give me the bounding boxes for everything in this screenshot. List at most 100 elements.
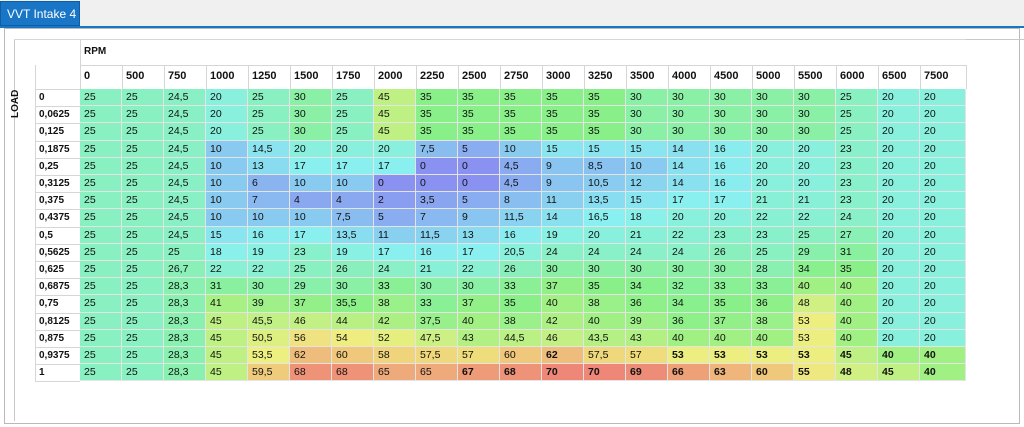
table-cell[interactable]: 24,5 xyxy=(164,123,206,141)
table-cell[interactable]: 15 xyxy=(584,140,626,158)
table-cell[interactable]: 9 xyxy=(542,175,584,193)
table-cell[interactable]: 17 xyxy=(290,157,332,175)
table-cell[interactable]: 30 xyxy=(668,89,710,107)
table-cell[interactable]: 30 xyxy=(752,123,794,141)
table-cell[interactable]: 19 xyxy=(542,226,584,244)
table-cell[interactable]: 12 xyxy=(626,175,668,193)
table-cell[interactable]: 28,3 xyxy=(164,295,206,313)
table-cell[interactable]: 47,5 xyxy=(416,329,458,347)
table-cell[interactable]: 18 xyxy=(206,243,248,261)
table-cell[interactable]: 0 xyxy=(458,157,500,175)
table-cell[interactable]: 25 xyxy=(122,312,164,330)
table-cell[interactable]: 70 xyxy=(584,364,626,382)
table-cell[interactable]: 0 xyxy=(458,175,500,193)
table-cell[interactable]: 20 xyxy=(920,175,966,193)
table-cell[interactable]: 25 xyxy=(80,175,122,193)
table-cell[interactable]: 14 xyxy=(668,140,710,158)
table-cell[interactable]: 20 xyxy=(374,140,416,158)
table-cell[interactable]: 23 xyxy=(752,226,794,244)
table-cell[interactable]: 22 xyxy=(206,261,248,279)
table-cell[interactable]: 15 xyxy=(626,192,668,210)
table-cell[interactable]: 26 xyxy=(500,261,542,279)
table-cell[interactable]: 25 xyxy=(80,123,122,141)
table-cell[interactable]: 25 xyxy=(332,89,374,107)
table-cell[interactable]: 57,5 xyxy=(416,347,458,365)
rpm-column-header[interactable]: 4500 xyxy=(714,70,738,82)
table-cell[interactable]: 20 xyxy=(290,140,332,158)
table-cell[interactable]: 35 xyxy=(500,106,542,124)
table-cell[interactable]: 35 xyxy=(542,89,584,107)
table-cell[interactable]: 20 xyxy=(878,209,920,227)
table-cell[interactable]: 26 xyxy=(710,243,752,261)
table-cell[interactable]: 25 xyxy=(122,175,164,193)
rpm-column-header[interactable]: 1500 xyxy=(294,70,318,82)
rpm-column-header[interactable]: 6500 xyxy=(882,70,906,82)
table-cell[interactable]: 35 xyxy=(500,123,542,141)
table-cell[interactable]: 20 xyxy=(878,329,920,347)
rpm-column-header[interactable]: 5000 xyxy=(756,70,780,82)
table-cell[interactable]: 44 xyxy=(332,312,374,330)
table-cell[interactable]: 30 xyxy=(248,278,290,296)
table-cell[interactable]: 25 xyxy=(122,123,164,141)
table-cell[interactable]: 38 xyxy=(500,312,542,330)
table-cell[interactable]: 35 xyxy=(836,261,878,279)
table-cell[interactable]: 20 xyxy=(920,243,966,261)
table-cell[interactable]: 36 xyxy=(668,312,710,330)
table-cell[interactable]: 25 xyxy=(248,106,290,124)
table-cell[interactable]: 35 xyxy=(584,106,626,124)
rpm-column-header[interactable]: 2000 xyxy=(378,70,402,82)
table-cell[interactable]: 30 xyxy=(752,89,794,107)
table-cell[interactable]: 2 xyxy=(374,192,416,210)
table-cell[interactable]: 25 xyxy=(80,140,122,158)
table-cell[interactable]: 20 xyxy=(332,140,374,158)
table-cell[interactable]: 22 xyxy=(458,261,500,279)
table-cell[interactable]: 45 xyxy=(374,106,416,124)
table-cell[interactable]: 36 xyxy=(752,295,794,313)
table-cell[interactable]: 68 xyxy=(332,364,374,382)
table-cell[interactable]: 3,5 xyxy=(416,192,458,210)
table-cell[interactable]: 11 xyxy=(374,226,416,244)
table-cell[interactable]: 17 xyxy=(374,157,416,175)
table-cell[interactable]: 35 xyxy=(416,89,458,107)
table-cell[interactable]: 28,3 xyxy=(164,347,206,365)
table-cell[interactable]: 30 xyxy=(542,261,584,279)
table-cell[interactable]: 20 xyxy=(920,295,966,313)
table-cell[interactable]: 10 xyxy=(332,175,374,193)
load-row-header[interactable]: 1 xyxy=(39,367,45,378)
table-cell[interactable]: 42 xyxy=(374,312,416,330)
table-cell[interactable]: 25 xyxy=(80,209,122,227)
table-cell[interactable]: 62 xyxy=(290,347,332,365)
table-cell[interactable]: 0 xyxy=(416,175,458,193)
table-cell[interactable]: 25 xyxy=(80,243,122,261)
table-cell[interactable]: 25 xyxy=(122,329,164,347)
table-cell[interactable]: 20 xyxy=(920,329,966,347)
table-cell[interactable]: 45 xyxy=(206,329,248,347)
table-cell[interactable]: 30 xyxy=(794,123,836,141)
table-cell[interactable]: 25 xyxy=(80,364,122,382)
table-cell[interactable]: 11,5 xyxy=(416,226,458,244)
table-cell[interactable]: 16 xyxy=(248,226,290,244)
table-cell[interactable]: 20 xyxy=(920,226,966,244)
table-cell[interactable]: 7 xyxy=(416,209,458,227)
table-cell[interactable]: 10 xyxy=(290,175,332,193)
table-cell[interactable]: 57 xyxy=(458,347,500,365)
table-cell[interactable]: 42 xyxy=(542,312,584,330)
table-cell[interactable]: 30 xyxy=(794,106,836,124)
rpm-column-header[interactable]: 7500 xyxy=(924,70,948,82)
table-cell[interactable]: 59,5 xyxy=(248,364,290,382)
table-cell[interactable]: 20 xyxy=(206,106,248,124)
table-cell[interactable]: 23 xyxy=(836,175,878,193)
table-cell[interactable]: 25 xyxy=(80,312,122,330)
table-cell[interactable]: 24,5 xyxy=(164,157,206,175)
table-cell[interactable]: 45 xyxy=(206,347,248,365)
rpm-column-header[interactable]: 0 xyxy=(84,70,90,82)
table-cell[interactable]: 20 xyxy=(794,140,836,158)
table-cell[interactable]: 25 xyxy=(122,140,164,158)
table-cell[interactable]: 30 xyxy=(290,123,332,141)
table-cell[interactable]: 17 xyxy=(458,243,500,261)
table-cell[interactable]: 16 xyxy=(710,140,752,158)
table-cell[interactable]: 30 xyxy=(668,261,710,279)
table-cell[interactable]: 24,5 xyxy=(164,106,206,124)
table-cell[interactable]: 29 xyxy=(794,243,836,261)
table-cell[interactable]: 22 xyxy=(668,226,710,244)
